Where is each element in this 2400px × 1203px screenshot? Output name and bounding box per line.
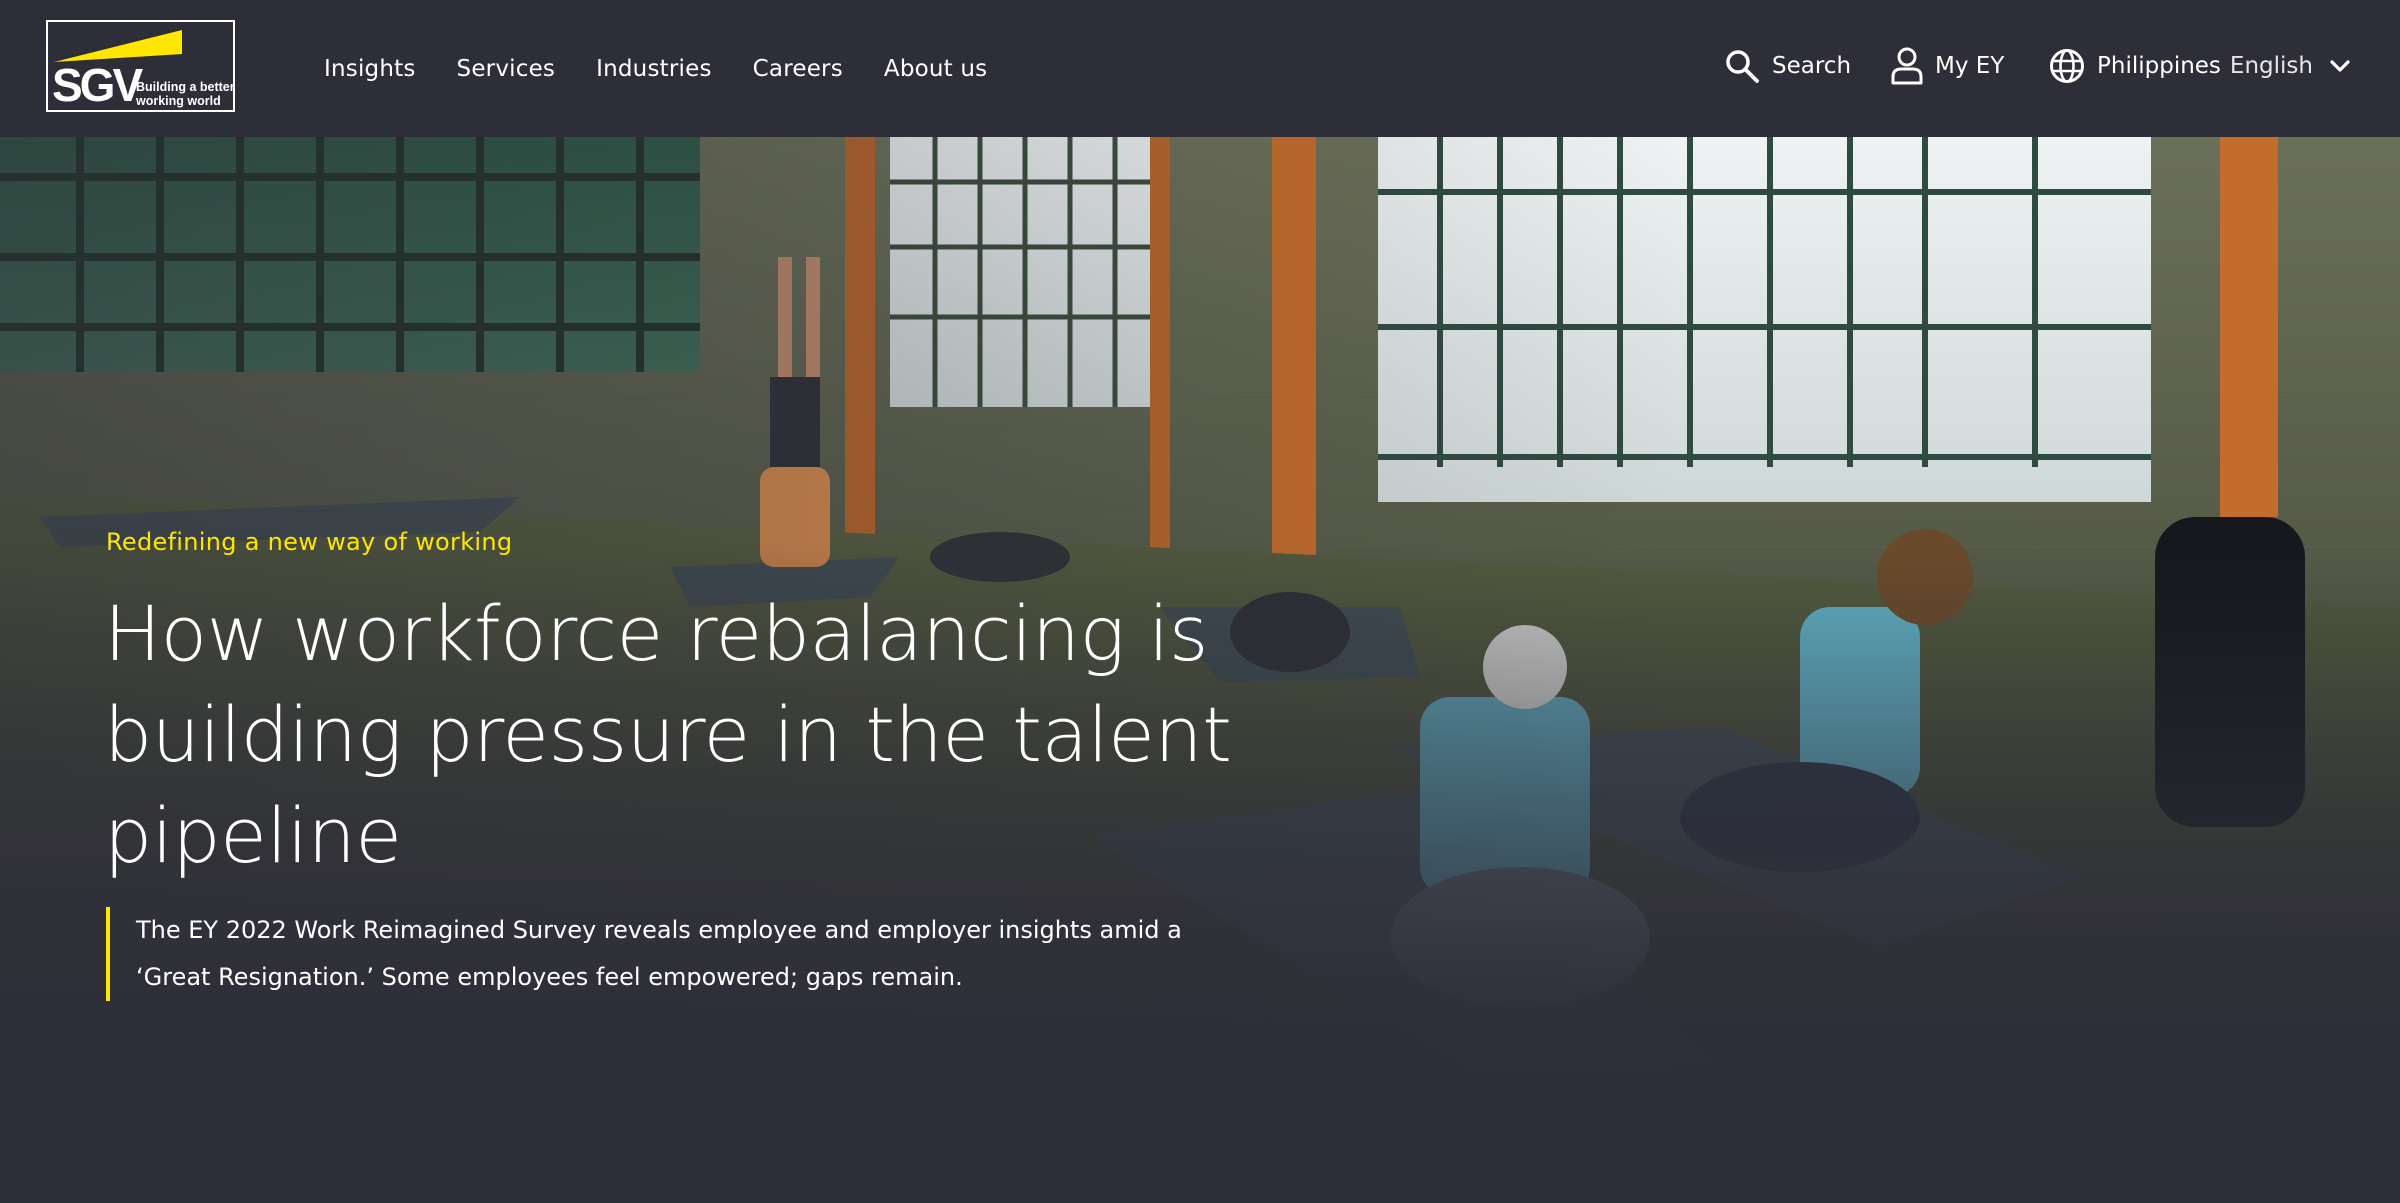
search-label: Search — [1772, 53, 1852, 79]
hero-eyebrow: Redefining a new way of working — [106, 528, 513, 556]
logo-tagline: Building a better working world — [136, 80, 235, 108]
globe-icon — [2048, 46, 2086, 86]
nav-item-about-us[interactable]: About us — [884, 56, 987, 82]
my-ey-label: My EY — [1935, 53, 2005, 79]
hero-headline-line3: pipeline — [104, 791, 402, 880]
search-button[interactable]: Search — [1722, 46, 1851, 86]
language-label: English — [2229, 53, 2313, 79]
logo-tagline-line1: Building a better — [136, 80, 235, 94]
user-icon — [1888, 46, 1926, 86]
site-header: SGV Building a better working world Insi… — [0, 0, 2400, 137]
my-ey-button[interactable]: My EY — [1888, 46, 2004, 86]
logo-tagline-line2: working world — [136, 94, 221, 108]
nav-item-insights[interactable]: Insights — [324, 56, 416, 82]
chevron-down-icon — [2327, 53, 2353, 79]
hero-summary-line2: ‘Great Resignation.’ Some employees feel… — [136, 963, 963, 991]
nav-item-industries[interactable]: Industries — [596, 56, 712, 82]
hero-summary-line1: The EY 2022 Work Reimagined Survey revea… — [136, 916, 1182, 944]
hero-summary: The EY 2022 Work Reimagined Survey revea… — [106, 907, 1226, 1001]
main-nav: Insights Services Industries Careers Abo… — [324, 0, 1028, 137]
logo-text: SGV — [52, 59, 143, 111]
nav-item-careers[interactable]: Careers — [753, 56, 843, 82]
hero-headline: How workforce rebalancing is building pr… — [104, 583, 1284, 886]
hero-headline-line1: How workforce rebalancing is — [104, 589, 1208, 678]
country-language-selector[interactable]: Philippines English — [2048, 46, 2353, 86]
country-label: Philippines — [2097, 53, 2221, 79]
search-icon — [1722, 46, 1762, 86]
hero-headline-line2: building pressure in the talent — [104, 690, 1232, 779]
nav-item-services[interactable]: Services — [457, 56, 556, 82]
hero-banner: Redefining a new way of working How work… — [0, 137, 2400, 1203]
sgv-logo[interactable]: SGV Building a better working world — [46, 20, 235, 112]
